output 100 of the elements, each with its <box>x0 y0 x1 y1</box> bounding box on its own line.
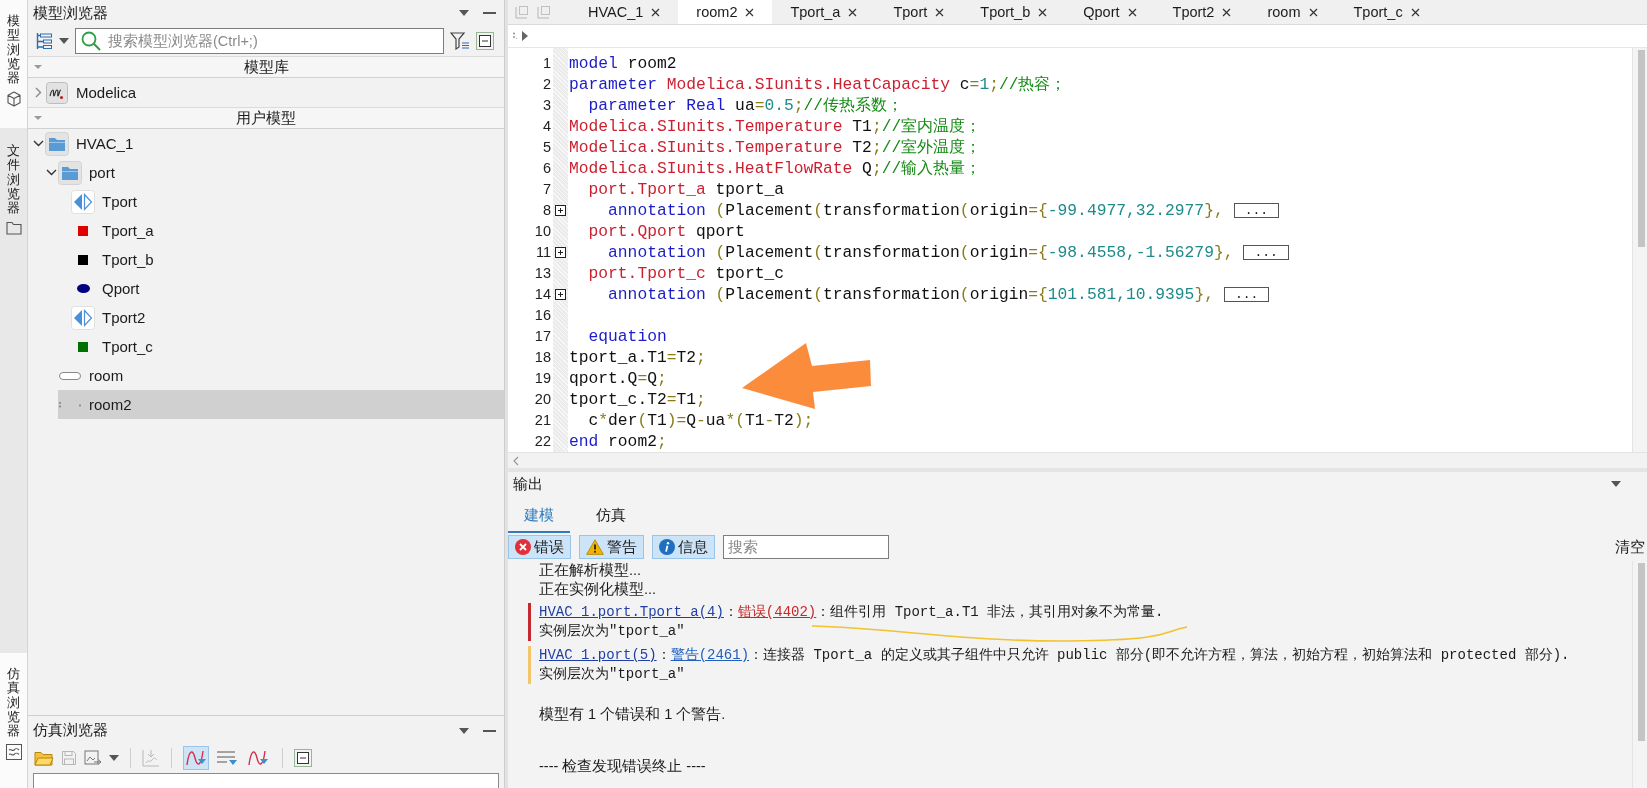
code-link[interactable]: 警告(2461) <box>670 647 750 663</box>
source-link[interactable]: HVAC_1.port(5) <box>539 647 657 663</box>
input-field[interactable] <box>33 773 499 788</box>
collapse-icon[interactable] <box>476 32 494 50</box>
editor-tab[interactable]: Qport <box>1065 0 1155 24</box>
section-header[interactable]: 用户模型 <box>28 107 504 129</box>
close-icon[interactable] <box>848 7 858 17</box>
error-icon <box>515 539 531 555</box>
clear-button[interactable]: 清空 <box>1615 537 1645 557</box>
filter-button[interactable]: 错误 <box>508 535 571 559</box>
tree-item[interactable]: Tport_c <box>71 332 159 361</box>
chevron-left-icon[interactable] <box>513 455 519 466</box>
folder-icon <box>58 160 82 185</box>
side-tab[interactable]: 模型浏览器 <box>0 0 27 128</box>
line-number: 7 <box>542 180 551 199</box>
filter-icon[interactable] <box>450 32 470 50</box>
close-icon[interactable] <box>1308 7 1318 17</box>
capsule-icon <box>59 371 81 380</box>
expand-icon[interactable] <box>555 247 566 258</box>
message-text: HVAC_1.port(5)：警告(2461)：连接器 Tport_a 的定义或其子组件中只允许 public 部分(即不允许方程，算法，初始方程，初始算法和 protected 部分). <box>539 646 1570 665</box>
status-text: ---- 检查发现错误终止 ---- <box>538 757 706 776</box>
close-icon[interactable] <box>745 7 755 17</box>
fold-placeholder[interactable]: ... <box>1233 203 1280 218</box>
tree-item[interactable]: Qport <box>71 274 146 303</box>
open-folder-icon[interactable] <box>34 750 54 766</box>
tree-view-icon[interactable] <box>35 32 53 50</box>
folder-icon <box>45 131 69 156</box>
caret-down-icon[interactable] <box>109 755 119 761</box>
line-number: 19 <box>534 369 551 388</box>
scrollbar[interactable] <box>1632 48 1647 452</box>
side-tab[interactable]: 文件浏览器 <box>0 130 27 258</box>
message-detail: 实例层次为"tport_a" <box>539 665 685 684</box>
status-text: 正在实例化模型... <box>538 580 657 599</box>
caret-down-icon[interactable] <box>1611 481 1621 487</box>
caret-right-icon[interactable] <box>522 31 528 41</box>
dots-icon <box>59 401 81 408</box>
tree-item[interactable]: room2 <box>58 390 504 419</box>
caret-down-icon[interactable] <box>459 10 469 16</box>
caret-down-icon[interactable] <box>59 38 69 44</box>
side-tab[interactable]: 仿真浏览器 <box>0 653 27 788</box>
minimize-icon[interactable] <box>483 729 496 732</box>
filter-button[interactable]: 信息 <box>652 535 715 559</box>
line-number: 4 <box>542 117 551 136</box>
image-export-icon[interactable] <box>84 750 102 766</box>
editor-tab[interactable]: room <box>1249 0 1336 24</box>
line-number: 18 <box>534 348 551 367</box>
tree-item[interactable]: Tport_a <box>71 216 160 245</box>
connector-icon <box>71 189 95 214</box>
tree-item[interactable]: Tport_b <box>71 245 160 274</box>
tree-item[interactable]: Modelica <box>45 78 143 107</box>
editor-tab[interactable]: Tport <box>875 0 963 24</box>
expand-icon[interactable] <box>555 289 566 300</box>
tree-item[interactable]: port <box>58 158 121 187</box>
close-icon[interactable] <box>1410 7 1420 17</box>
folder-icon[interactable] <box>5 221 22 236</box>
code-line: parameter Real ua=0.5;//传热系数； <box>587 95 904 116</box>
search-field[interactable]: 搜索 <box>723 535 889 559</box>
caret-down-icon[interactable] <box>459 727 469 734</box>
tree-item[interactable]: Tport <box>71 187 143 216</box>
code-link[interactable]: 错误(4402) <box>737 604 817 620</box>
close-icon[interactable] <box>651 7 661 17</box>
scrollbar[interactable] <box>508 452 1647 468</box>
code-line: Modelica.SIunits.HeatFlowRate Q;//输入热量； <box>569 158 982 179</box>
line-number: 6 <box>542 159 551 178</box>
editor-tab[interactable]: room2 <box>678 0 773 24</box>
search-field[interactable]: 搜索模型浏览器(Ctrl+;) <box>75 28 444 54</box>
list-filter-icon[interactable] <box>216 749 238 767</box>
collapse-icon[interactable] <box>294 749 312 767</box>
wave-icon[interactable] <box>5 744 22 761</box>
output-tab[interactable]: 仿真 <box>580 496 642 533</box>
output-tab[interactable]: 建模 <box>508 496 570 533</box>
editor-tab[interactable]: Tport_c <box>1335 0 1438 24</box>
section-header[interactable]: 模型库 <box>28 56 504 78</box>
cube-icon[interactable] <box>6 91 21 108</box>
fold-placeholder[interactable]: ... <box>1243 245 1289 260</box>
tree-item[interactable]: room <box>58 361 130 390</box>
chevron-down-icon[interactable] <box>33 140 44 147</box>
tree-item[interactable]: HVAC_1 <box>45 129 140 158</box>
editor-tab[interactable]: Tport2 <box>1154 0 1250 24</box>
fold-placeholder[interactable]: ... <box>1223 287 1270 302</box>
expand-icon[interactable] <box>555 205 566 216</box>
scrollbar-thumb[interactable] <box>1638 563 1645 741</box>
close-icon[interactable] <box>935 7 945 17</box>
connector-icon <box>71 305 95 330</box>
code-line: annotation (Placement(transformation(origin={-98.4558,-1.56279}, <box>607 242 1234 263</box>
tree-item[interactable]: Tport2 <box>71 303 152 332</box>
close-icon[interactable] <box>1222 7 1232 17</box>
curve-icon[interactable] <box>183 746 209 770</box>
filter-button[interactable]: 警告 <box>579 535 644 559</box>
editor-tab[interactable]: Tport_b <box>962 0 1066 24</box>
editor-tab[interactable]: Tport_a <box>772 0 876 24</box>
chevron-right-icon[interactable] <box>35 87 42 98</box>
scrollbar-thumb[interactable] <box>1638 50 1645 247</box>
close-icon[interactable] <box>1127 7 1137 17</box>
editor-tab[interactable]: HVAC_1 <box>570 0 679 24</box>
close-icon[interactable] <box>1038 7 1048 17</box>
scrollbar[interactable] <box>1632 561 1647 788</box>
code-line: qport.Q=Q; <box>569 368 667 389</box>
source-link[interactable]: HVAC_1.port.Tport_a(4) <box>539 604 724 620</box>
chevron-down-icon[interactable] <box>46 169 57 176</box>
